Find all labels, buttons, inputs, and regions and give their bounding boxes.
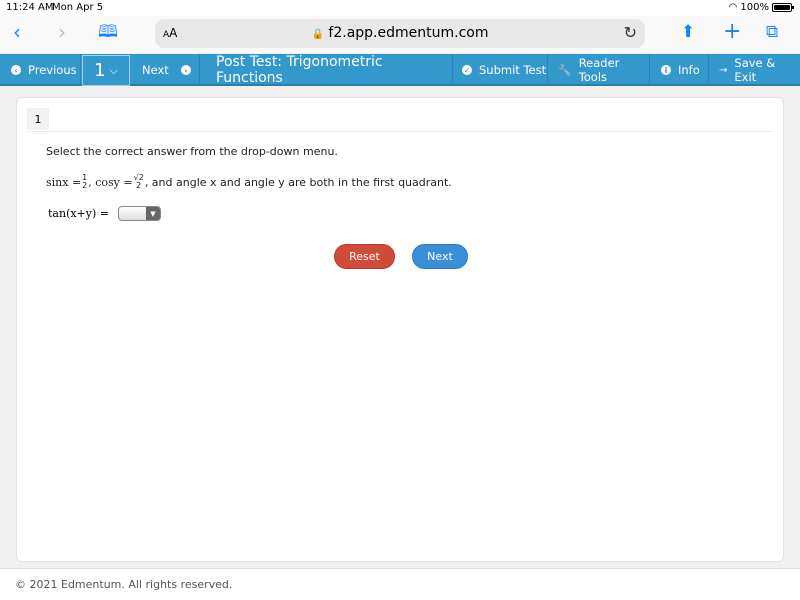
share-icon[interactable]: ⬆	[681, 22, 695, 42]
dropdown-arrow-icon: ▼	[146, 207, 160, 220]
test-title: Post Test: Trigonometric Functions	[200, 54, 453, 86]
page-number: 1	[94, 60, 106, 81]
info-icon: i	[661, 65, 671, 75]
submit-test-label: Submit Test	[479, 63, 547, 77]
sin-fraction: 1 2	[82, 174, 87, 190]
wifi-icon: ◠	[728, 2, 738, 13]
new-tab-icon[interactable]: +	[723, 21, 741, 43]
forward-icon[interactable]: ›	[58, 22, 66, 42]
battery-percent: 100%	[740, 2, 769, 13]
url-text[interactable]: 🔒 f2.app.edmentum.com	[155, 25, 645, 41]
save-exit-label: Save & Exit	[734, 56, 776, 84]
reset-button[interactable]: Reset	[334, 244, 395, 269]
sin-expression: sinx =	[46, 175, 82, 189]
test-title-text: Post Test: Trigonometric Functions	[216, 54, 383, 86]
status-time: 11:24 AM	[6, 2, 54, 13]
info-label: Info	[678, 63, 700, 77]
battery-icon	[772, 3, 794, 12]
info-button[interactable]: i Info	[650, 54, 709, 86]
bookmarks-icon[interactable]: 🕮	[98, 22, 118, 42]
cos-expression: , cosy =	[88, 175, 133, 189]
prompt-suffix: , and angle x and angle y are both in th…	[144, 175, 452, 189]
check-circle-icon: ✓	[462, 65, 472, 75]
cos-fraction: √2 2	[134, 174, 144, 190]
submit-test-button[interactable]: ✓ Submit Test	[453, 54, 548, 86]
sin-denominator: 2	[82, 181, 88, 190]
lock-icon: 🔒	[311, 29, 324, 40]
status-date: Mon Apr 5	[52, 2, 104, 13]
next-button[interactable]: Next	[412, 244, 468, 269]
question-card: 1 Select the correct answer from the dro…	[16, 97, 784, 562]
status-right: ◠ 100%	[728, 2, 794, 13]
answer-label: tan(x+y) =	[48, 207, 109, 220]
tabs-icon[interactable]: ⧉	[766, 22, 778, 42]
question-number: 1	[27, 108, 49, 130]
back-icon[interactable]: ‹	[13, 22, 21, 42]
question-prompt: sinx = 1 2 , cosy = √2 2 , and angle x a…	[46, 174, 452, 190]
copyright-text: © 2021 Edmentum. All rights reserved.	[15, 578, 233, 591]
cos-denominator: 2	[136, 181, 142, 190]
chevron-down-icon: ⌵	[109, 63, 118, 77]
divider	[27, 131, 773, 132]
reader-tools-label: Reader Tools	[578, 56, 620, 84]
answer-row: tan(x+y) = ▼	[48, 206, 161, 221]
sign-in-icon: →	[719, 64, 728, 76]
previous-button[interactable]: ‹ Previous	[0, 54, 81, 86]
address-bar[interactable]: AA 🔒 f2.app.edmentum.com ↻	[155, 19, 645, 48]
ios-status-bar: 11:24 AM Mon Apr 5 ◠ 100%	[0, 0, 800, 16]
arrow-right-circle-icon: ›	[180, 65, 191, 75]
test-toolbar: ‹ Previous 1 ⌵ Next › Post Test: Trigono…	[0, 54, 800, 86]
save-exit-button[interactable]: → Save & Exit	[709, 54, 800, 86]
page-select[interactable]: 1 ⌵	[82, 55, 130, 86]
url-label: f2.app.edmentum.com	[328, 25, 489, 41]
browser-bar: ‹ › 🕮 AA 🔒 f2.app.edmentum.com ↻ ⬆ + ⧉	[0, 16, 800, 53]
previous-label: Previous	[28, 63, 77, 77]
arrow-left-circle-icon: ‹	[11, 65, 21, 75]
question-instruction: Select the correct answer from the drop-…	[46, 145, 338, 158]
next-toolbar-button[interactable]: Next ›	[131, 54, 200, 86]
reload-icon[interactable]: ↻	[624, 23, 637, 42]
next-toolbar-label: Next	[142, 63, 169, 77]
reader-tools-button[interactable]: 🔧 Reader Tools	[548, 54, 650, 86]
answer-dropdown[interactable]: ▼	[118, 206, 161, 221]
wrench-icon: 🔧	[558, 63, 572, 77]
